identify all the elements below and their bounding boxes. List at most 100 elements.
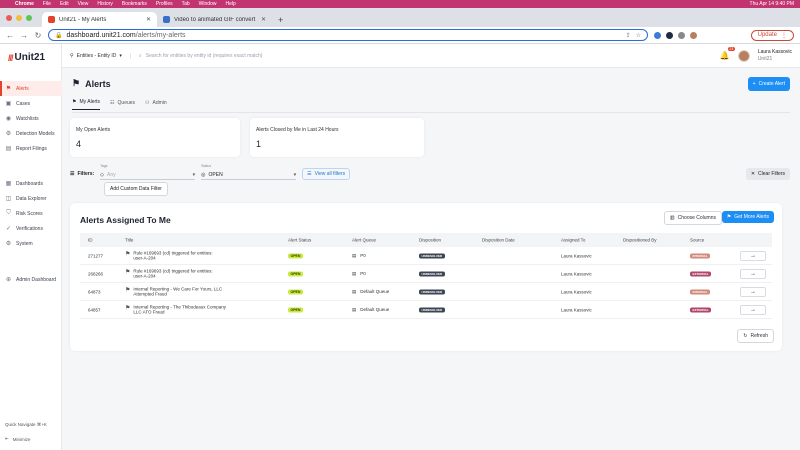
alert-title[interactable]: ⚑ Internal Reporting - The Thibodeaux Com… bbox=[125, 304, 226, 315]
sidebar-item-detection-models[interactable]: ⚙ Detection Models bbox=[0, 126, 62, 141]
close-tab-icon[interactable]: ✕ bbox=[261, 16, 266, 23]
share-icon[interactable]: ⇪ bbox=[626, 32, 631, 39]
reload-icon[interactable]: ↻ bbox=[34, 31, 42, 40]
choose-columns-label: Choose Columns bbox=[677, 215, 716, 221]
status-filter[interactable]: Status ◎ OPEN ▾ bbox=[201, 164, 297, 180]
column-header[interactable]: Alert Status bbox=[288, 238, 311, 243]
unit21-favicon-icon bbox=[48, 16, 55, 23]
update-button[interactable]: Update ⋮ bbox=[750, 29, 794, 41]
add-custom-data-filter-button[interactable]: Add Custom Data Filter bbox=[104, 182, 168, 196]
menubar-item[interactable]: Window bbox=[199, 1, 217, 7]
sidebar-item-alerts[interactable]: ⚑ Alerts bbox=[0, 81, 62, 96]
close-window-icon[interactable] bbox=[6, 15, 12, 21]
close-tab-icon[interactable]: ✕ bbox=[146, 16, 151, 23]
quick-navigate[interactable]: Quick Navigate ⌘+K bbox=[5, 422, 47, 428]
flag-icon: ⚑ bbox=[5, 86, 12, 92]
tab-my-alerts[interactable]: ⚑ My Alerts bbox=[72, 99, 101, 110]
alert-title[interactable]: ⚑ Rule #169693 (cd) triggered for entitie… bbox=[125, 250, 213, 261]
entity-select-label: Entities - Entity ID bbox=[76, 52, 117, 59]
table-row[interactable]: 64873 ⚑ Internal Reporting - We Care For Y… bbox=[80, 283, 772, 301]
alert-title[interactable]: ⚑ Internal Reporting - We Care For Yours,… bbox=[125, 286, 222, 297]
tags-filter[interactable]: Tags ◇ Any ▾ bbox=[100, 164, 196, 180]
menubar-item[interactable]: Edit bbox=[60, 1, 69, 7]
sidebar-item-report-filings[interactable]: ▤ Report Filings bbox=[0, 141, 62, 156]
extensions bbox=[654, 31, 697, 39]
alert-title-text: Rule #169693 (cd) triggered for entities… bbox=[133, 268, 212, 279]
new-tab-icon[interactable]: + bbox=[278, 15, 283, 25]
column-header[interactable]: Source bbox=[690, 238, 704, 243]
forward-icon[interactable]: → bbox=[20, 31, 28, 40]
create-alert-button[interactable]: + Create Alert bbox=[747, 77, 790, 91]
alert-title-line: LLC ATO Fraud bbox=[133, 309, 165, 315]
chevron-down-icon: ▾ bbox=[192, 172, 196, 178]
extension-icon[interactable] bbox=[654, 31, 661, 39]
menubar-item[interactable]: Help bbox=[225, 1, 235, 7]
browser-tab-unit21[interactable]: Unit21 - My Alerts ✕ bbox=[42, 12, 157, 27]
menubar-item[interactable]: Bookmarks bbox=[122, 1, 147, 7]
user-info[interactable]: Laura Kassovic Unit21 bbox=[758, 49, 792, 63]
minimize-button[interactable]: ⇤ Minimize bbox=[5, 436, 47, 442]
clock[interactable]: Thu Apr 14 9:40 PM bbox=[750, 1, 794, 7]
column-header[interactable]: ID bbox=[88, 238, 93, 243]
tags-filter-value: Any bbox=[107, 172, 116, 178]
star-icon[interactable]: ☆ bbox=[636, 32, 641, 39]
refresh-button[interactable]: ↻ Refresh bbox=[737, 329, 774, 343]
open-alert-button[interactable]: → bbox=[740, 268, 766, 279]
profile-avatar-icon[interactable] bbox=[690, 31, 697, 39]
avatar[interactable] bbox=[737, 49, 750, 62]
browser-toolbar: ← → ↻ 🔒 dashboard.unit21.com/alerts/my-a… bbox=[0, 27, 800, 44]
menubar-item[interactable]: History bbox=[97, 1, 113, 7]
url-path: /alerts/my-alerts bbox=[135, 31, 186, 39]
column-header[interactable]: Title bbox=[125, 238, 133, 243]
sidebar-item-risk-scores[interactable]: ⛉ Risk Scores bbox=[0, 206, 62, 221]
menubar-item[interactable]: View bbox=[78, 1, 89, 7]
sidebar-item-verifications[interactable]: ✓ Verifications bbox=[0, 221, 62, 236]
browser-tab-ezgif[interactable]: Video to animated GIF convert ✕ bbox=[157, 12, 272, 27]
entity-type-select[interactable]: ⚲ Entities - Entity ID ▾ bbox=[70, 52, 131, 59]
column-header[interactable]: Assigned To bbox=[561, 238, 585, 243]
sidebar-item-watchlists[interactable]: ◉ Watchlists bbox=[0, 111, 62, 126]
tab-admin[interactable]: ⚇ Admin bbox=[145, 99, 167, 110]
menubar-item[interactable]: Chrome bbox=[15, 1, 34, 7]
column-header[interactable]: Disposition bbox=[419, 238, 441, 243]
clipboard-icon: ▤ bbox=[352, 270, 357, 276]
get-more-label: Get More Alerts bbox=[734, 214, 769, 220]
extension-icon[interactable] bbox=[666, 31, 673, 39]
menubar-item[interactable]: Tab bbox=[182, 1, 190, 7]
menubar-item[interactable]: Profiles bbox=[156, 1, 173, 7]
alert-title-line: user-A-204 bbox=[133, 255, 156, 261]
puzzle-icon[interactable] bbox=[678, 31, 685, 39]
tab-queues[interactable]: ☷ Queues bbox=[110, 99, 135, 110]
choose-columns-button[interactable]: ▥ Choose Columns bbox=[663, 211, 722, 225]
stat-value: 4 bbox=[76, 139, 82, 149]
notifications-button[interactable]: 🔔 23 bbox=[720, 47, 735, 60]
view-all-filters-button[interactable]: ☰ View all filters bbox=[302, 168, 351, 180]
sidebar-item-admin-dashboard[interactable]: ⊕ Admin Dashboard bbox=[0, 272, 62, 287]
logo[interactable]: /// Unit21 bbox=[8, 52, 45, 63]
open-alert-button[interactable]: → bbox=[740, 304, 766, 315]
column-header[interactable]: Alert Queue bbox=[352, 238, 376, 243]
clear-filters-button[interactable]: ✕ Clear Filters bbox=[745, 168, 790, 180]
address-bar[interactable]: 🔒 dashboard.unit21.com/alerts/my-alerts … bbox=[48, 29, 648, 41]
alert-title[interactable]: ⚑ Rule #169693 (cd) triggered for entitie… bbox=[125, 268, 213, 279]
lock-icon[interactable]: 🔒 bbox=[55, 32, 62, 39]
sidebar-item-system[interactable]: ⚙ System bbox=[0, 236, 62, 251]
maximize-window-icon[interactable] bbox=[26, 15, 32, 21]
table-row[interactable]: 64857 ⚑ Internal Reporting - The Thibodeau… bbox=[80, 301, 772, 319]
column-header[interactable]: Disposition Date bbox=[482, 238, 515, 243]
sidebar-item-data-explorer[interactable]: ◫ Data Explorer bbox=[0, 191, 62, 206]
minimize-window-icon[interactable] bbox=[16, 15, 22, 21]
alert-title-line: Internal Reporting - We Care For Yours, … bbox=[133, 286, 223, 291]
column-header[interactable]: Dispositioned By bbox=[623, 238, 657, 243]
back-icon[interactable]: ← bbox=[6, 31, 14, 40]
get-more-alerts-button[interactable]: ⚑ Get More Alerts bbox=[721, 211, 774, 223]
dashboard-icon: ▦ bbox=[5, 181, 12, 187]
open-alert-button[interactable]: → bbox=[740, 286, 766, 297]
menubar-item[interactable]: File bbox=[43, 1, 51, 7]
sidebar-item-cases[interactable]: ▣ Cases bbox=[0, 96, 62, 111]
table-row[interactable]: 271277 ⚑ Rule #169693 (cd) triggered for e… bbox=[80, 247, 772, 265]
open-alert-button[interactable]: → bbox=[740, 250, 766, 261]
table-row[interactable]: 268266 ⚑ Rule #169693 (cd) triggered for e… bbox=[80, 265, 772, 283]
sidebar-item-dashboards[interactable]: ▦ Dashboards bbox=[0, 176, 62, 191]
search-input[interactable]: ⌕ Search for entities by entity id (requ… bbox=[139, 53, 263, 59]
